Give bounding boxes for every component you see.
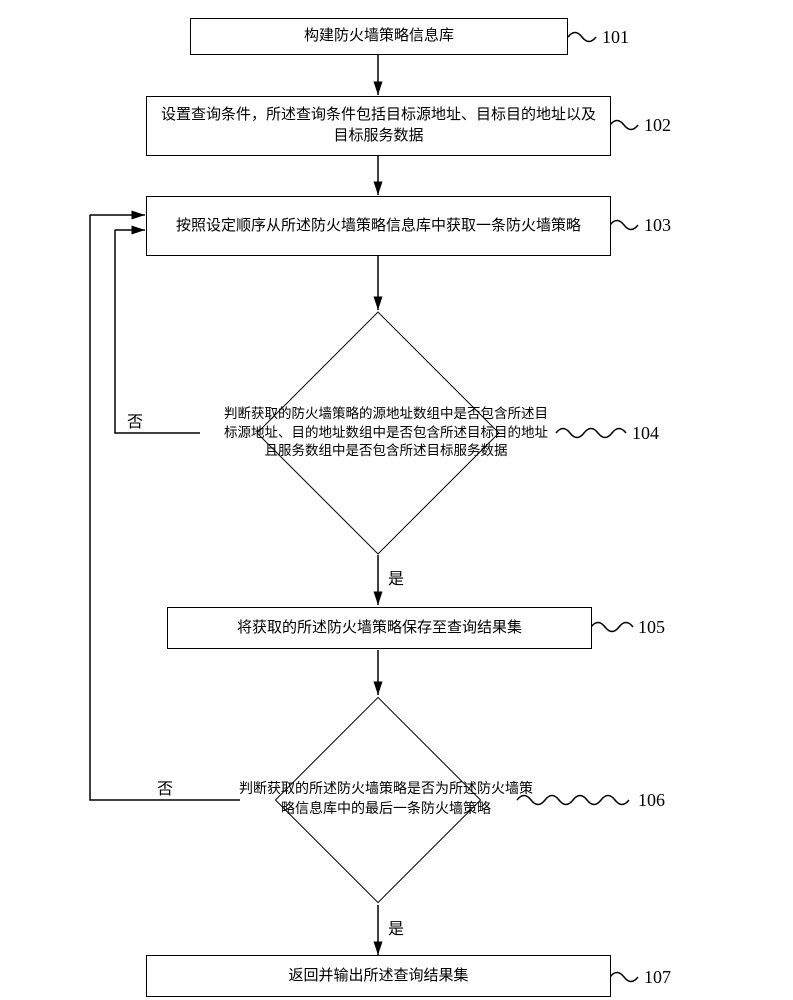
step-101-num: 101 bbox=[602, 27, 629, 48]
step-105-text: 将获取的所述防火墙策略保存至查询结果集 bbox=[237, 618, 522, 639]
step-102-box: 设置查询条件，所述查询条件包括目标源地址、目标目的地址以及目标服务数据 bbox=[146, 96, 611, 156]
step-107-box: 返回并输出所述查询结果集 bbox=[146, 955, 611, 997]
step-106-text: 判断获取的所述防火墙策略是否为所述防火墙策略信息库中的最后一条防火墙策略 bbox=[236, 780, 536, 819]
step-103-box: 按照设定顺序从所述防火墙策略信息库中获取一条防火墙策略 bbox=[146, 196, 611, 256]
step-101-box: 构建防火墙策略信息库 bbox=[190, 18, 568, 55]
step-103-num: 103 bbox=[644, 215, 671, 236]
step-107-num: 107 bbox=[644, 967, 671, 988]
step-103-text: 按照设定顺序从所述防火墙策略信息库中获取一条防火墙策略 bbox=[176, 216, 581, 237]
label-no-104: 否 bbox=[127, 408, 143, 432]
step-104-text-wrap: 判断获取的防火墙策略的源地址数组中是否包含所述目标源地址、目的地址数组中是否包含… bbox=[210, 370, 562, 496]
step-105-box: 将获取的所述防火墙策略保存至查询结果集 bbox=[167, 607, 592, 649]
label-no-106: 否 bbox=[157, 775, 173, 799]
label-yes-104: 是 bbox=[388, 565, 404, 589]
step-101-text: 构建防火墙策略信息库 bbox=[304, 26, 454, 47]
step-104-num: 104 bbox=[632, 423, 659, 444]
step-102-num: 102 bbox=[644, 115, 671, 136]
step-107-text: 返回并输出所述查询结果集 bbox=[288, 966, 468, 987]
step-102-text: 设置查询条件，所述查询条件包括目标源地址、目标目的地址以及目标服务数据 bbox=[155, 105, 602, 147]
flowchart-canvas: 构建防火墙策略信息库 101 设置查询条件，所述查询条件包括目标源地址、目标目的… bbox=[0, 0, 793, 1000]
step-106-num: 106 bbox=[638, 790, 665, 811]
label-yes-106: 是 bbox=[388, 915, 404, 939]
step-104-text: 判断获取的防火墙策略的源地址数组中是否包含所述目标源地址、目的地址数组中是否包含… bbox=[218, 405, 554, 462]
step-106-text-wrap: 判断获取的所述防火墙策略是否为所述防火墙策略信息库中的最后一条防火墙策略 bbox=[228, 760, 544, 840]
step-105-num: 105 bbox=[638, 617, 665, 638]
